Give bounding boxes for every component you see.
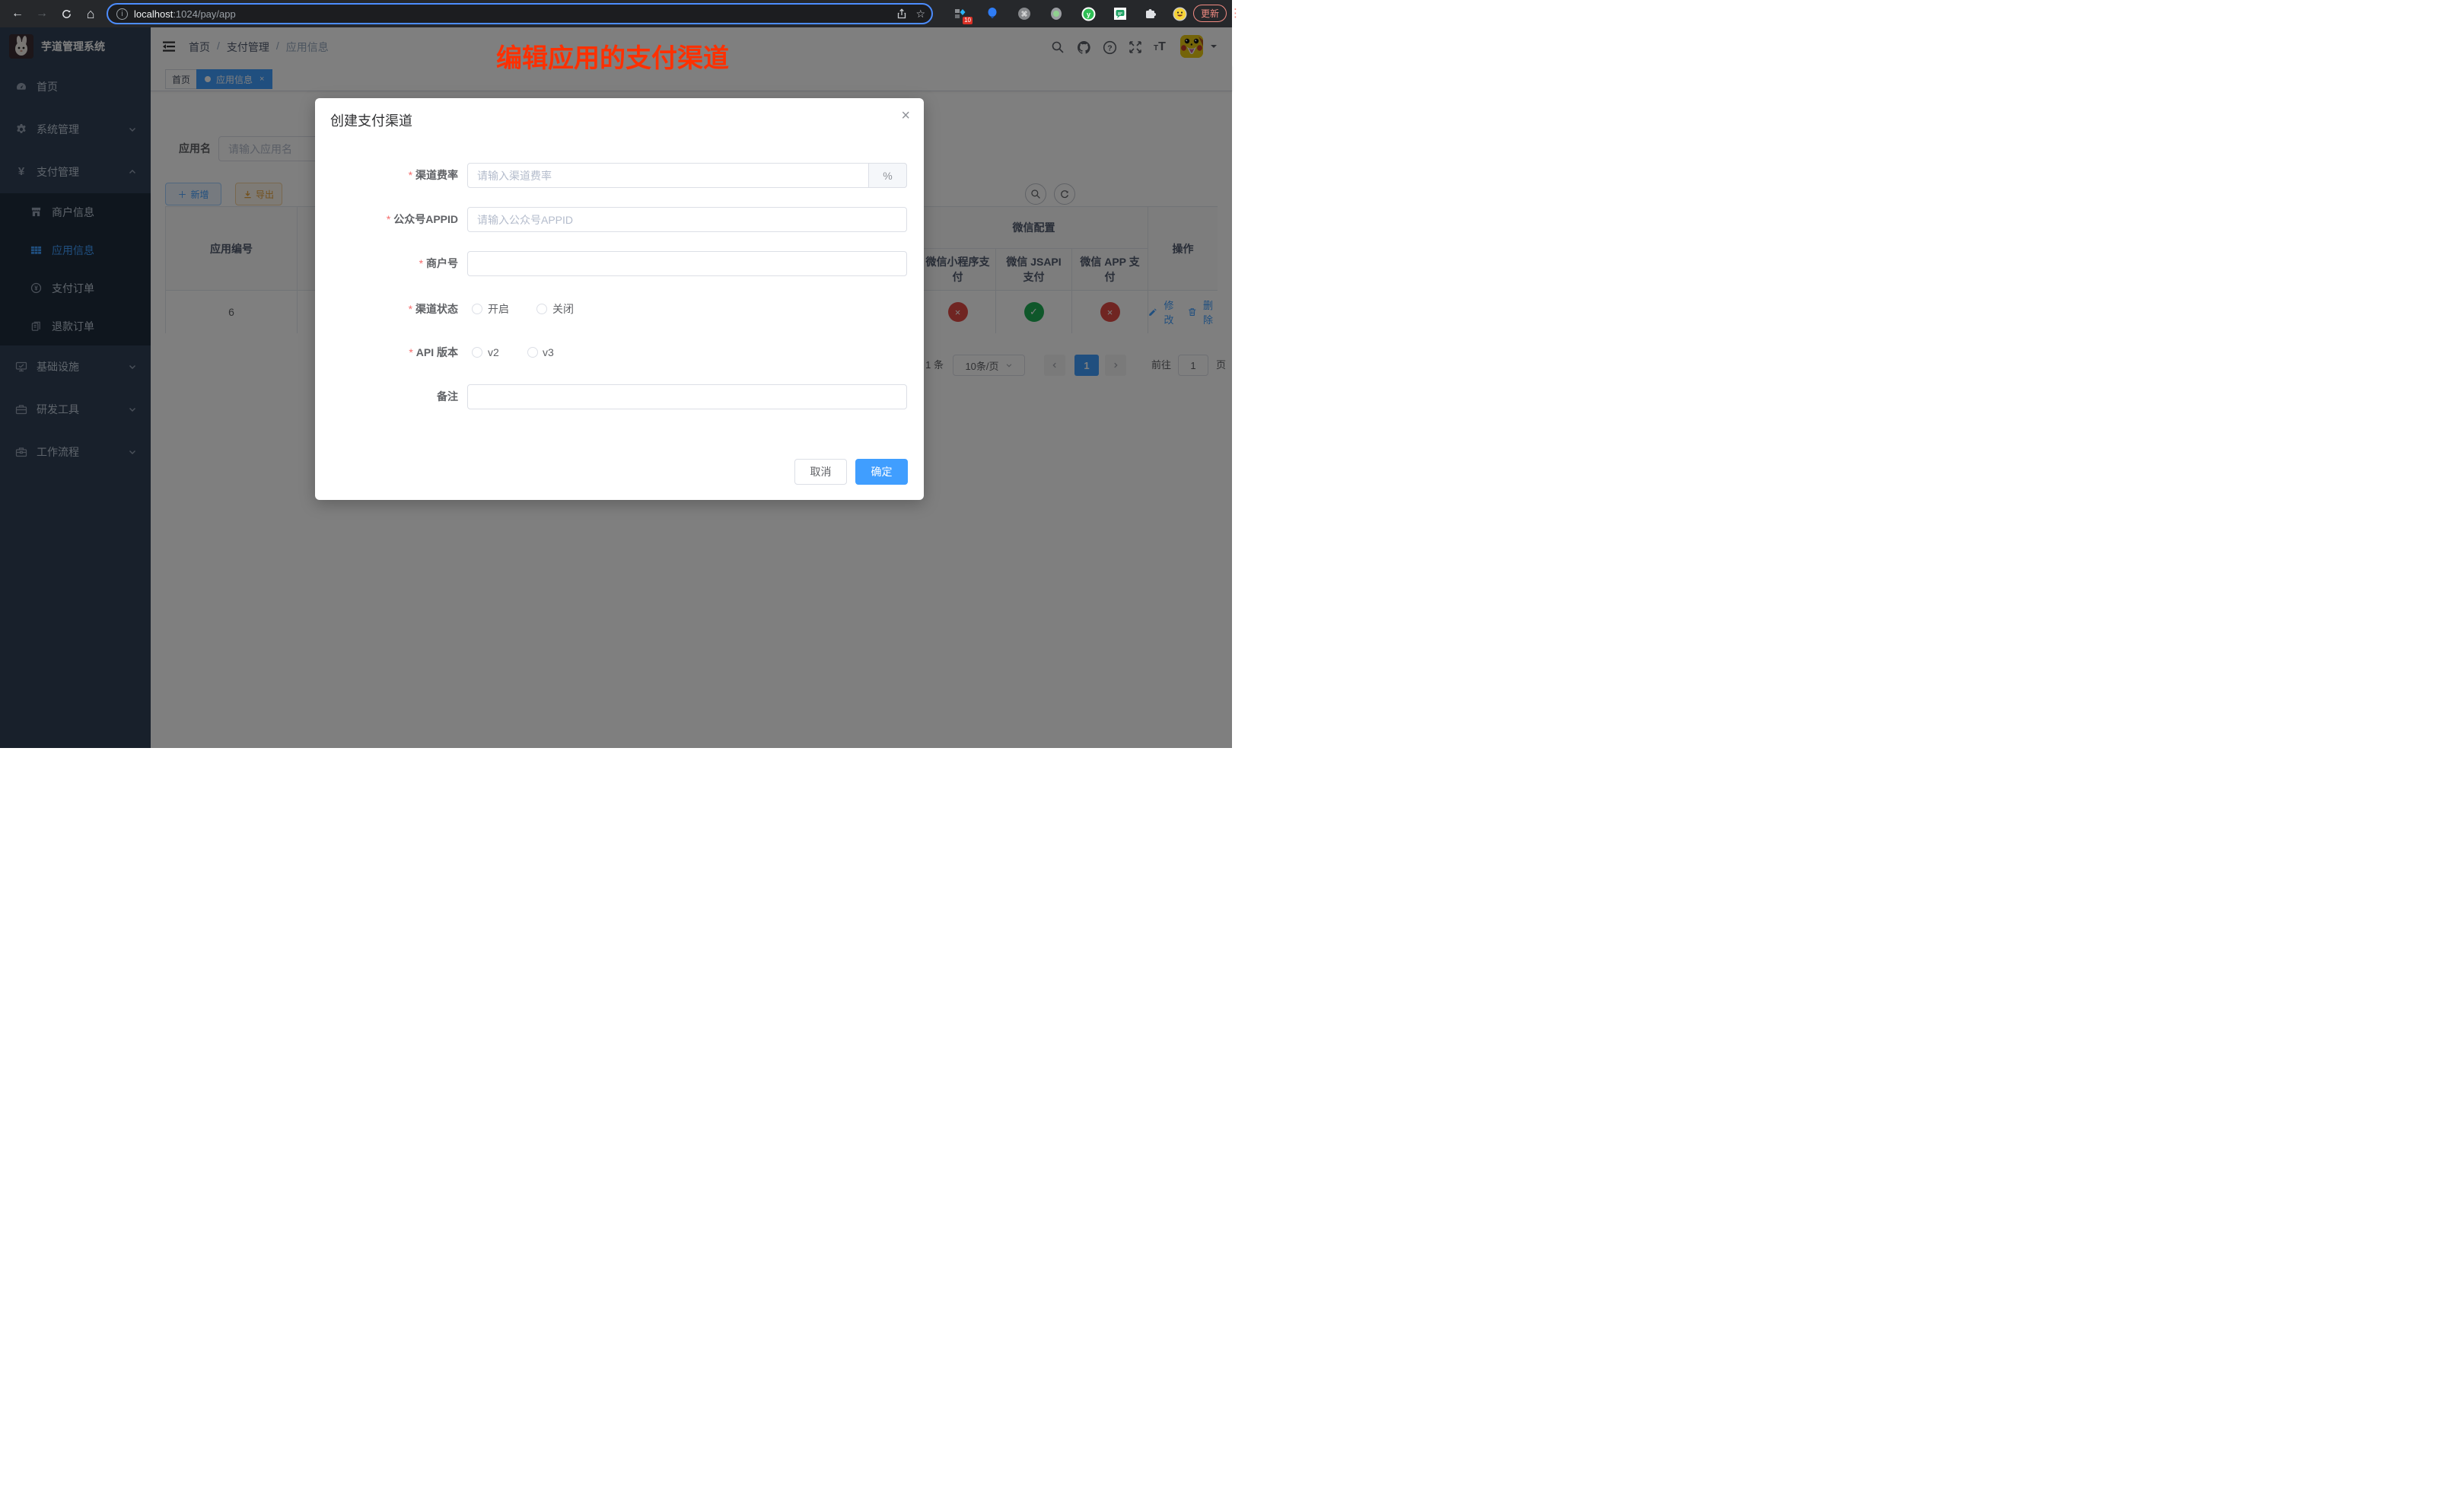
extension-tabs-icon[interactable]: 10 [953, 6, 968, 21]
browser-update-button[interactable]: 更新 [1193, 5, 1227, 22]
status-off-label[interactable]: 关闭 [552, 297, 574, 322]
dialog-title: 创建支付渠道 [330, 110, 412, 130]
api-v2-label[interactable]: v2 [488, 340, 499, 365]
rate-label: 渠道费率 [336, 163, 458, 188]
api-v3-label[interactable]: v3 [543, 340, 554, 365]
rate-suffix: % [868, 163, 907, 188]
field-appid: 公众号APPID [315, 207, 924, 232]
status-off-radio[interactable] [536, 304, 547, 314]
bookmark-star-icon[interactable]: ☆ [915, 8, 925, 21]
extension-oval-icon[interactable] [1049, 6, 1064, 21]
remark-label: 备注 [336, 384, 458, 409]
extension-command-icon[interactable]: ⌘ [1017, 6, 1032, 21]
url-host: localhost [134, 8, 173, 20]
browser-toolbar: ← → ⌂ i localhost:1024/pay/app ☆ 10 ⌘ [0, 0, 1232, 27]
browser-menu-icon[interactable]: ⋮ [1230, 5, 1241, 22]
status-on-label[interactable]: 开启 [488, 297, 509, 322]
url-path: :1024/pay/app [173, 8, 235, 20]
mchid-label: 商户号 [336, 251, 458, 276]
api-label: API 版本 [336, 340, 458, 365]
screen: ← → ⌂ i localhost:1024/pay/app ☆ 10 ⌘ [0, 0, 1232, 748]
browser-back-icon[interactable]: ← [9, 5, 26, 22]
field-remark: 备注 [315, 384, 924, 409]
appid-input[interactable] [467, 207, 907, 232]
mchid-input[interactable] [467, 251, 907, 276]
confirm-button[interactable]: 确定 [855, 459, 908, 485]
field-rate: 渠道费率 % [315, 163, 924, 188]
site-info-icon[interactable]: i [116, 8, 128, 20]
browser-home-icon[interactable]: ⌂ [82, 5, 99, 22]
rate-input[interactable] [467, 163, 907, 188]
appid-label: 公众号APPID [336, 207, 458, 232]
field-api: API 版本 v2 v3 [315, 340, 924, 365]
browser-forward-icon[interactable]: → [33, 5, 50, 22]
status-label: 渠道状态 [336, 297, 458, 322]
profile-emoji-icon[interactable] [1172, 6, 1187, 21]
cancel-button[interactable]: 取消 [794, 459, 847, 485]
annotation-text: 编辑应用的支付渠道 [496, 37, 729, 75]
address-bar[interactable]: i localhost:1024/pay/app ☆ [107, 3, 933, 24]
field-status: 渠道状态 开启 关闭 [315, 297, 924, 322]
extension-chat-icon[interactable] [1113, 6, 1128, 21]
extension-badge: 10 [963, 17, 973, 24]
api-v3-radio[interactable] [527, 347, 538, 358]
api-v2-radio[interactable] [472, 347, 482, 358]
extension-balloon-icon[interactable] [985, 6, 1000, 21]
share-icon[interactable] [896, 8, 908, 21]
svg-text:y: y [1086, 11, 1090, 18]
extensions-puzzle-icon[interactable] [1143, 6, 1158, 21]
remark-input[interactable] [467, 384, 907, 409]
svg-text:⌘: ⌘ [1021, 11, 1028, 18]
close-icon[interactable]: × [901, 107, 910, 125]
create-channel-dialog: 创建支付渠道 × 渠道费率 % 公众号APPID 商户号 渠道状态 开启 关闭 [315, 98, 924, 500]
status-on-radio[interactable] [472, 304, 482, 314]
browser-reload-icon[interactable] [58, 5, 75, 22]
field-mchid: 商户号 [315, 251, 924, 276]
extension-y-icon[interactable]: y [1081, 6, 1096, 21]
